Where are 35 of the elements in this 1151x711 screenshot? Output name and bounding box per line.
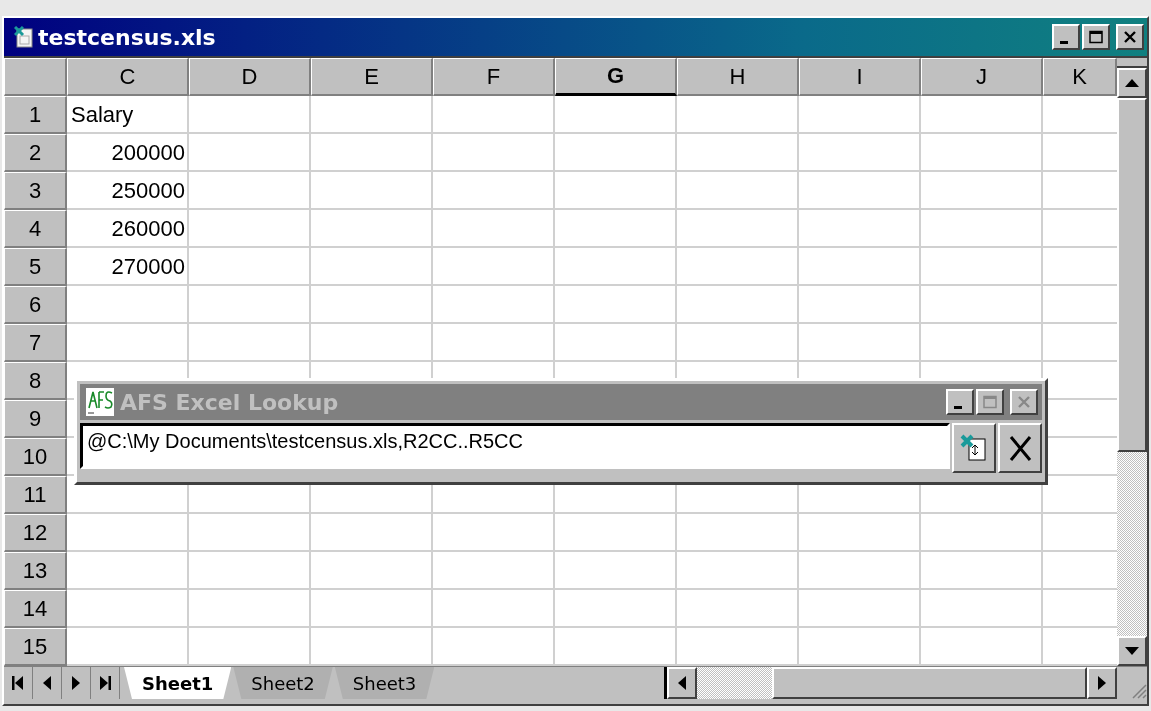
column-header[interactable]: G — [555, 58, 677, 96]
row-header[interactable]: 4 — [4, 210, 67, 248]
table-cell-text: 200000 — [110, 139, 186, 167]
row-header[interactable]: 10 — [4, 438, 67, 476]
window-title: testcensus.xls — [38, 24, 216, 50]
row-header[interactable]: 3 — [4, 172, 67, 210]
column-header[interactable]: D — [189, 58, 311, 96]
row-header[interactable]: 9 — [4, 400, 67, 438]
column-header[interactable]: I — [799, 58, 921, 96]
reference-field[interactable]: @C:\My Documents\testcensus.xls,R2CC..R5CC — [80, 423, 950, 469]
row-header[interactable]: 13 — [4, 552, 67, 590]
row-header[interactable]: 8 — [4, 362, 67, 400]
row-header[interactable]: 15 — [4, 628, 67, 666]
sheet-tab[interactable]: Sheet2 — [233, 667, 333, 699]
table-cell-text: 260000 — [110, 215, 186, 243]
dialog-title: AFS Excel Lookup — [120, 389, 339, 415]
row-header[interactable]: 12 — [4, 514, 67, 552]
table-cell-text: Salary — [70, 101, 135, 129]
row-header[interactable]: 6 — [4, 286, 67, 324]
row-header[interactable]: 2 — [4, 134, 67, 172]
column-header[interactable]: E — [311, 58, 433, 96]
row-header[interactable]: 7 — [4, 324, 67, 362]
column-header[interactable]: C — [67, 58, 189, 96]
table-cell-text: 270000 — [110, 253, 186, 281]
sheet-tab[interactable]: Sheet3 — [334, 667, 435, 699]
row-header[interactable]: 5 — [4, 248, 67, 286]
column-header[interactable]: K — [1043, 58, 1117, 96]
table-cell-text: 250000 — [110, 177, 186, 205]
row-header[interactable]: 1 — [4, 96, 67, 134]
row-header[interactable]: 11 — [4, 476, 67, 514]
column-header[interactable]: J — [921, 58, 1043, 96]
row-header[interactable]: 14 — [4, 590, 67, 628]
column-header[interactable]: F — [433, 58, 555, 96]
column-header[interactable]: H — [677, 58, 799, 96]
sheet-tab[interactable]: Sheet1 — [124, 667, 232, 699]
